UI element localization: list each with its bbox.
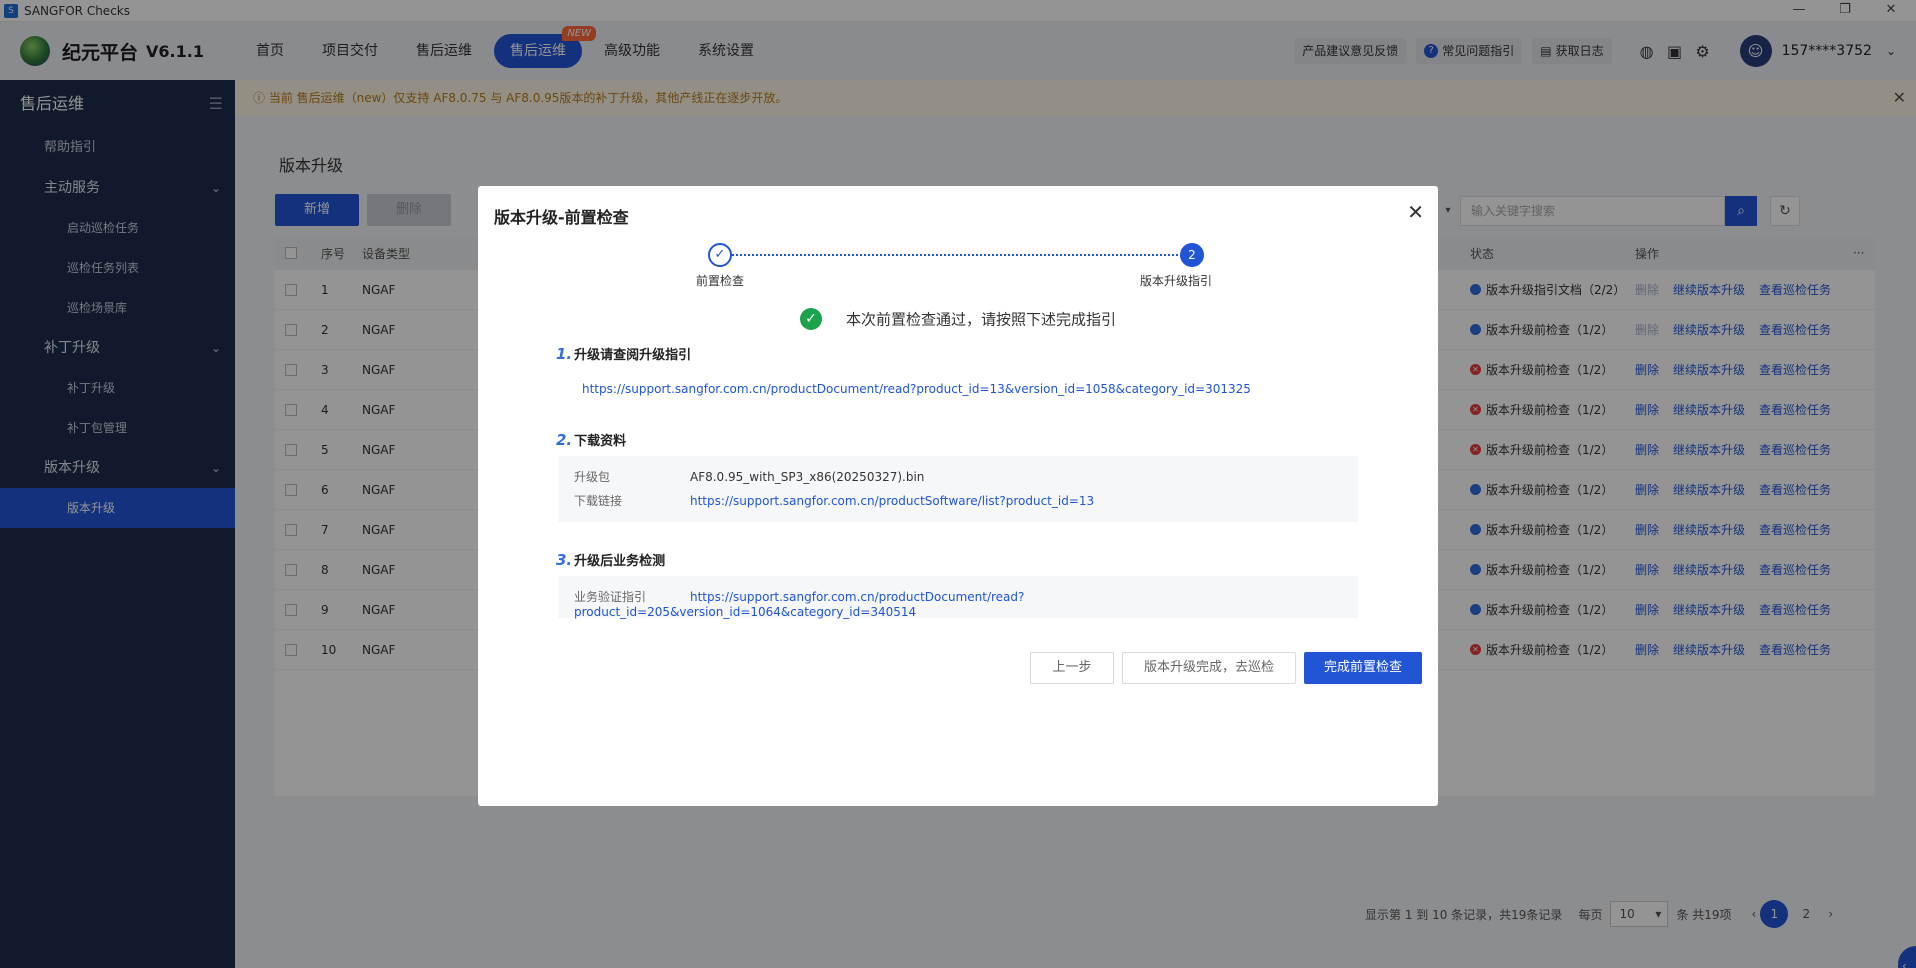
download-row: 下载链接 https://support.sangfor.com.cn/produ…: [574, 492, 1094, 509]
package-value: AF8.0.95_with_SP3_x86(20250327).bin: [690, 470, 925, 484]
section-download-heading: 2. 下载资料: [556, 430, 626, 449]
package-row: 升级包 AF8.0.95_with_SP3_x86(20250327).bin: [574, 468, 924, 485]
success-check-icon: ✓: [799, 308, 822, 330]
verify-row: 业务验证指引 https://support.sangfor.com.cn/pro…: [574, 588, 1358, 619]
section-title: 升级后业务检测: [574, 554, 666, 569]
section-number: 2.: [556, 431, 573, 449]
modal-title: 版本升级-前置检查: [494, 208, 629, 227]
section-number: 3.: [556, 551, 573, 569]
pass-text: 本次前置检查通过，请按照下述完成指引: [845, 310, 1116, 329]
section-number: 1.: [556, 345, 573, 363]
section-verify-heading: 3. 升级后业务检测: [556, 550, 665, 569]
step-connector: [720, 254, 1190, 256]
pass-message: ✓ 本次前置检查通过，请按照下述完成指引: [478, 308, 1438, 330]
verify-info-box: 业务验证指引 https://support.sangfor.com.cn/pro…: [558, 576, 1358, 619]
step-1-label: 前置检查: [696, 274, 745, 288]
verify-label: 业务验证指引: [574, 590, 647, 604]
package-label: 升级包: [574, 470, 611, 484]
step-check-icon: ✓: [708, 243, 732, 267]
prev-step-button[interactable]: 上一步: [1030, 652, 1114, 684]
download-label: 下载链接: [574, 494, 623, 508]
upgrade-done-inspect-button[interactable]: 版本升级完成，去巡检: [1122, 652, 1296, 684]
section-title: 下载资料: [574, 434, 627, 449]
upgrade-guide-link[interactable]: https://support.sangfor.com.cn/productDo…: [582, 382, 1251, 396]
modal-close-icon[interactable]: ✕: [1407, 200, 1424, 224]
section-guide-heading: 1. 升级请查阅升级指引: [556, 344, 691, 363]
download-link[interactable]: https://support.sangfor.com.cn/productSo…: [690, 494, 1094, 508]
precheck-modal: 版本升级-前置检查 ✕ ✓ 2 前置检查 版本升级指引 ✓ 本次前置检查通过，请按…: [478, 186, 1438, 806]
stepper: ✓ 2 前置检查 版本升级指引: [696, 242, 1218, 292]
section-title: 升级请查阅升级指引: [574, 348, 692, 363]
download-info-box: 升级包 AF8.0.95_with_SP3_x86(20250327).bin 下…: [558, 456, 1358, 522]
step-2-label: 版本升级指引: [1140, 274, 1213, 288]
step-2-indicator: 2: [1180, 243, 1204, 267]
finish-precheck-button[interactable]: 完成前置检查: [1304, 652, 1422, 684]
